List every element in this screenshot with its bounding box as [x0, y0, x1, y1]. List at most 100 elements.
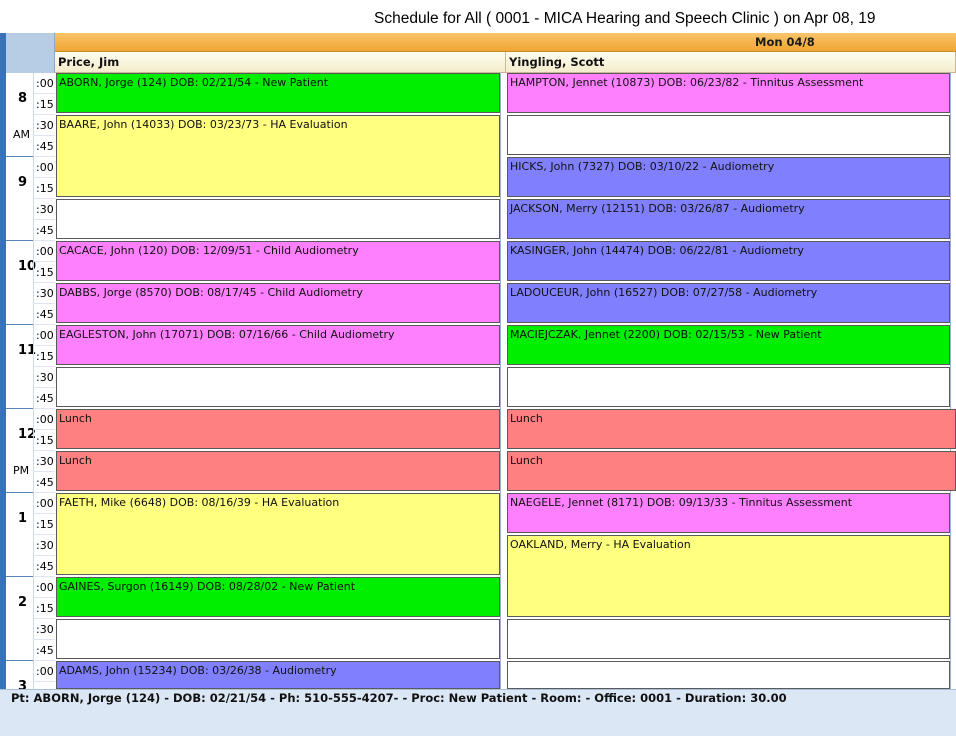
minute-label: :45: [34, 388, 55, 409]
minute-label: :45: [34, 556, 55, 577]
minute-label: :45: [34, 136, 55, 157]
appointment-block[interactable]: LADOUCEUR, John (16527) DOB: 07/27/58 - …: [507, 283, 950, 323]
appointment-block[interactable]: GAINES, Surgon (16149) DOB: 08/28/02 - N…: [56, 577, 500, 617]
appointment-text: Lunch: [59, 454, 92, 467]
window-title: Schedule for All ( 0001 - MICA Hearing a…: [374, 10, 876, 27]
minute-label: :15: [34, 178, 55, 199]
minute-label: :30: [34, 619, 55, 640]
minute-label: :45: [34, 472, 55, 493]
hour-block: 10:00:15:30:45: [6, 241, 55, 325]
minute-label: :00: [34, 325, 55, 346]
minute-label: :15: [34, 514, 55, 535]
appointment-block[interactable]: CACACE, John (120) DOB: 12/09/51 - Child…: [56, 241, 500, 281]
appointment-block[interactable]: FAETH, Mike (6648) DOB: 08/16/39 - HA Ev…: [56, 493, 500, 575]
empty-slot[interactable]: [56, 619, 500, 659]
minute-label: :00: [34, 409, 55, 430]
window-title-bar: Schedule for All ( 0001 - MICA Hearing a…: [0, 0, 956, 33]
minute-label: :45: [34, 304, 55, 325]
appointment-text: OAKLAND, Merry - HA Evaluation: [510, 538, 691, 551]
appointment-block[interactable]: EAGLESTON, John (17071) DOB: 07/16/66 - …: [56, 325, 500, 365]
empty-slot[interactable]: [507, 367, 950, 407]
appointment-text: DABBS, Jorge (8570) DOB: 08/17/45 - Chil…: [59, 286, 363, 299]
provider-header-price[interactable]: Price, Jim: [55, 52, 506, 73]
hour-label: 1: [18, 511, 28, 526]
appointment-text: FAETH, Mike (6648) DOB: 08/16/39 - HA Ev…: [59, 496, 340, 509]
time-column: 8 AM:00:15:30:45 9:00:15:30:45 10:00:15:30:…: [6, 73, 55, 736]
appointment-text: CACACE, John (120) DOB: 12/09/51 - Child…: [59, 244, 359, 257]
minute-labels: :00:15:30:45: [33, 409, 55, 493]
appointment-block[interactable]: KASINGER, John (14474) DOB: 06/22/81 - A…: [507, 241, 950, 281]
minute-label: :00: [34, 661, 55, 682]
minute-label: :15: [34, 262, 55, 283]
appointment-block[interactable]: ADAMS, John (15234) DOB: 03/26/38 - Audi…: [56, 661, 500, 689]
minute-label: :30: [34, 283, 55, 304]
minute-labels: :00:15:30:45: [33, 241, 55, 325]
date-label: Mon 04/8: [755, 35, 815, 49]
minute-label: :30: [34, 367, 55, 388]
minute-labels: :00:15:30:45: [33, 325, 55, 409]
minute-label: :00: [34, 241, 55, 262]
appointment-block[interactable]: BAARE, John (14033) DOB: 03/23/73 - HA E…: [56, 115, 500, 197]
minute-label: :45: [34, 640, 55, 661]
lunch-block[interactable]: Lunch: [507, 451, 956, 491]
minute-labels: :00:15:30:45: [33, 493, 55, 577]
appointment-text: ABORN, Jorge (124) DOB: 02/21/54 - New P…: [59, 76, 329, 89]
appointment-text: JACKSON, Merry (12151) DOB: 03/26/87 - A…: [510, 202, 805, 215]
appointment-text: LADOUCEUR, John (16527) DOB: 07/27/58 - …: [510, 286, 818, 299]
empty-slot[interactable]: [507, 115, 950, 155]
appointment-text: Lunch: [59, 412, 92, 425]
minute-label: :00: [34, 493, 55, 514]
status-text: Pt: ABORN, Jorge (124) - DOB: 02/21/54 -…: [11, 691, 787, 705]
hour-label: 8: [18, 91, 28, 106]
period-label: PM: [13, 464, 30, 477]
appointment-block[interactable]: DABBS, Jorge (8570) DOB: 08/17/45 - Chil…: [56, 283, 500, 323]
appointment-block[interactable]: JACKSON, Merry (12151) DOB: 03/26/87 - A…: [507, 199, 950, 239]
minute-label: :00: [34, 157, 55, 178]
appointment-text: Lunch: [510, 412, 543, 425]
appointment-block[interactable]: OAKLAND, Merry - HA Evaluation: [507, 535, 950, 617]
appointment-block[interactable]: ABORN, Jorge (124) DOB: 02/21/54 - New P…: [56, 73, 500, 113]
appointment-text: HICKS, John (7327) DOB: 03/10/22 - Audio…: [510, 160, 775, 173]
empty-slot[interactable]: [56, 367, 500, 407]
appointment-block[interactable]: NAEGELE, Jennet (8171) DOB: 09/13/33 - T…: [507, 493, 950, 533]
hour-label: 9: [18, 175, 28, 190]
appointment-text: KASINGER, John (14474) DOB: 06/22/81 - A…: [510, 244, 804, 257]
minute-label: :00: [34, 577, 55, 598]
date-header: Mon 04/8: [55, 33, 956, 52]
lunch-block[interactable]: Lunch: [56, 451, 500, 491]
appointment-block[interactable]: HAMPTON, Jennet (10873) DOB: 06/23/82 - …: [507, 73, 950, 113]
appointment-text: HAMPTON, Jennet (10873) DOB: 06/23/82 - …: [510, 76, 864, 89]
minute-label: :30: [34, 451, 55, 472]
appointment-text: ADAMS, John (15234) DOB: 03/26/38 - Audi…: [59, 664, 337, 677]
lunch-block[interactable]: Lunch: [507, 409, 956, 449]
appointment-block[interactable]: HICKS, John (7327) DOB: 03/10/22 - Audio…: [507, 157, 950, 197]
period-label: AM: [13, 128, 31, 141]
empty-slot[interactable]: [507, 661, 950, 689]
hour-block: 12 PM:00:15:30:45: [6, 409, 55, 493]
column-divider: [950, 73, 956, 689]
column-divider: [500, 73, 506, 689]
header-corner: [6, 33, 55, 73]
appointment-text: EAGLESTON, John (17071) DOB: 07/16/66 - …: [59, 328, 395, 341]
minute-label: :30: [34, 535, 55, 556]
hour-block: 2:00:15:30:45: [6, 577, 55, 661]
minute-label: :30: [34, 199, 55, 220]
lunch-block[interactable]: Lunch: [56, 409, 500, 449]
minute-label: :00: [34, 73, 55, 94]
provider-name: Price, Jim: [58, 55, 120, 69]
empty-slot[interactable]: [56, 199, 500, 239]
appointment-text: NAEGELE, Jennet (8171) DOB: 09/13/33 - T…: [510, 496, 853, 509]
minute-labels: :00:15:30:45: [33, 577, 55, 661]
status-bar: Pt: ABORN, Jorge (124) - DOB: 02/21/54 -…: [0, 689, 956, 736]
empty-slot[interactable]: [507, 619, 950, 659]
minute-labels: :00:15:30:45: [33, 73, 55, 157]
minute-label: :30: [34, 115, 55, 136]
minute-label: :45: [34, 220, 55, 241]
appointment-text: GAINES, Surgon (16149) DOB: 08/28/02 - N…: [59, 580, 356, 593]
hour-block: 9 :00:15:30:45: [6, 157, 55, 241]
minute-labels: :00:15:30:45: [33, 157, 55, 241]
appointment-block[interactable]: MACIEJCZAK, Jennet (2200) DOB: 02/15/53 …: [507, 325, 950, 365]
appointment-text: MACIEJCZAK, Jennet (2200) DOB: 02/15/53 …: [510, 328, 822, 341]
minute-label: :15: [34, 598, 55, 619]
provider-header-yingling[interactable]: Yingling, Scott: [506, 52, 956, 73]
